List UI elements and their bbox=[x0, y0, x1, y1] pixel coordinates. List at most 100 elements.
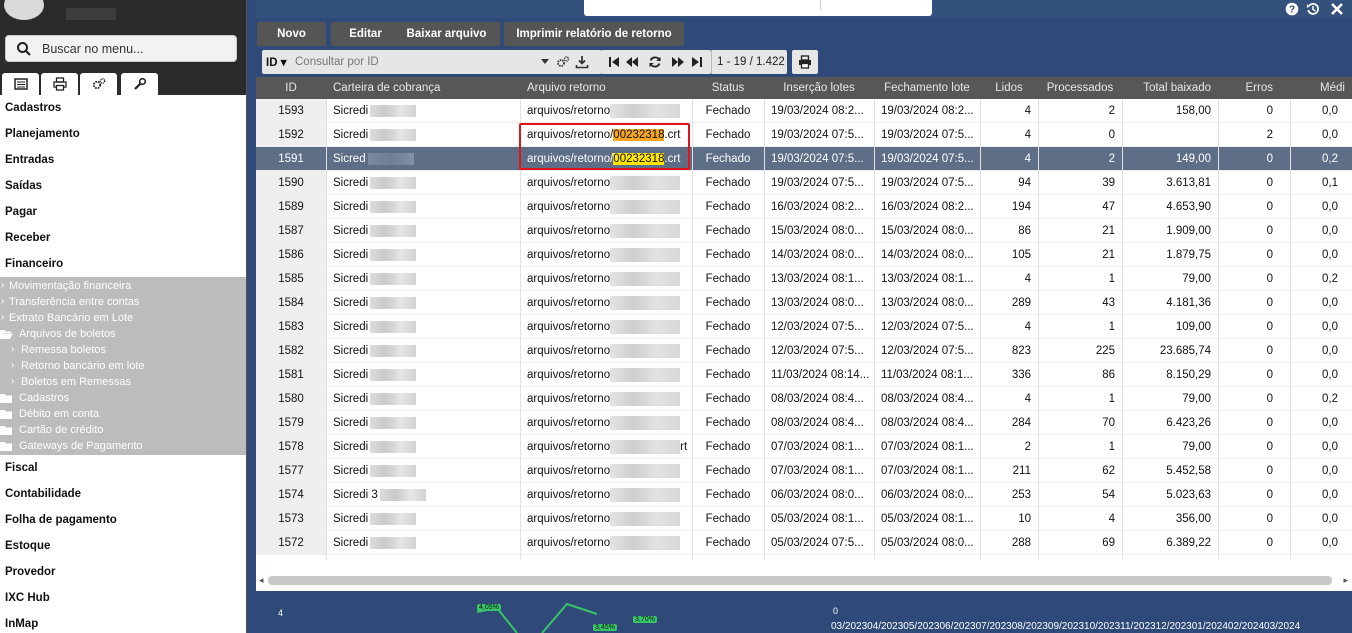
menu-item-ixc-hub[interactable]: IXC Hub bbox=[0, 585, 246, 611]
menu-item-financeiro[interactable]: Financeiro bbox=[0, 251, 246, 277]
table-row-selected[interactable]: 1591 Sicred arquivos/retorno/00232318.crt F… bbox=[256, 147, 1352, 171]
imprimir-relatorio-button[interactable]: Imprimir relatório de retorno bbox=[504, 22, 684, 46]
submenu-item[interactable]: › Retorno bancário em lote bbox=[0, 358, 246, 374]
filter-search-input[interactable]: Consultar por ID bbox=[295, 56, 379, 68]
tab-list[interactable] bbox=[2, 73, 39, 95]
filter-field-select[interactable]: ID ▾ bbox=[266, 55, 286, 69]
cell-erros: 0 bbox=[1266, 537, 1273, 549]
novo-button[interactable]: Novo bbox=[257, 22, 326, 46]
table-row[interactable]: 1590 Sicredi arquivos/retorno Fechado 19/03/… bbox=[256, 171, 1352, 195]
col-header-processados[interactable]: Processados bbox=[1038, 77, 1122, 99]
print-button[interactable] bbox=[792, 50, 818, 74]
scrollbar-thumb[interactable] bbox=[268, 576, 1332, 585]
next-page-icon[interactable] bbox=[671, 55, 685, 69]
menu-search[interactable] bbox=[5, 35, 237, 62]
top-input-box[interactable] bbox=[584, 0, 932, 16]
col-header-carteira[interactable]: Carteira de cobrança bbox=[326, 77, 520, 99]
table-row[interactable]: 1584 Sicredi arquivos/retorno Fechado 13/03/… bbox=[256, 291, 1352, 315]
wrench-icon bbox=[133, 77, 146, 90]
avatar[interactable] bbox=[4, 0, 44, 20]
cell-arquivo: arquivos/retorno/00232318.crt bbox=[527, 129, 681, 141]
last-page-icon[interactable] bbox=[690, 55, 704, 69]
first-page-icon[interactable] bbox=[607, 55, 621, 69]
menu-item-provedor[interactable]: Provedor bbox=[0, 559, 246, 585]
menu-item-estoque[interactable]: Estoque bbox=[0, 533, 246, 559]
cell-fechamento: 13/03/2024 08:1... bbox=[881, 273, 974, 285]
cell-status: Fechado bbox=[705, 129, 751, 141]
folder-open-icon bbox=[0, 330, 13, 339]
close-icon[interactable] bbox=[1330, 2, 1344, 16]
help-icon[interactable]: ? bbox=[1285, 2, 1299, 16]
list-icon bbox=[13, 78, 28, 90]
submenu-item[interactable]: › Boletos em Remessas bbox=[0, 374, 246, 390]
submenu-item[interactable]: Cartão de crédito bbox=[0, 422, 246, 438]
col-header-total-baixado[interactable]: Total baixado bbox=[1122, 77, 1218, 99]
previous-page-icon[interactable] bbox=[625, 55, 639, 69]
menu-item-contabilidade[interactable]: Contabilidade bbox=[0, 481, 246, 507]
submenu-item[interactable]: › Transferência entre contas bbox=[0, 294, 246, 310]
tab-print[interactable] bbox=[41, 73, 78, 95]
table-row[interactable]: 1593 Sicredi arquivos/retorno Fechado 19/03/… bbox=[256, 99, 1352, 123]
table-row[interactable]: 1579 Sicredi arquivos/retorno Fechado 08/03/… bbox=[256, 411, 1352, 435]
chevron-down-icon[interactable] bbox=[541, 59, 549, 65]
submenu-item[interactable]: Gateways de Pagamento bbox=[0, 438, 246, 454]
submenu-item[interactable]: › Movimentação financeira bbox=[0, 278, 246, 294]
baixar-arquivo-button[interactable]: Baixar arquivo bbox=[393, 22, 500, 46]
col-header-insercao[interactable]: Inserção lotes bbox=[764, 77, 874, 99]
col-header-arquivo[interactable]: Arquivo retorno bbox=[520, 77, 692, 99]
table-row[interactable]: 1578 Sicredi arquivos/retorno rt Fechado 07/0… bbox=[256, 435, 1352, 459]
col-header-status[interactable]: Status bbox=[692, 77, 764, 99]
history-icon[interactable] bbox=[1306, 2, 1320, 16]
table-row[interactable]: 1577 Sicredi arquivos/retorno Fechado 07/03/… bbox=[256, 459, 1352, 483]
menu-item-folha-de-pagamento[interactable]: Folha de pagamento bbox=[0, 507, 246, 533]
menu-item-pagar[interactable]: Pagar bbox=[0, 199, 246, 225]
table-row[interactable]: 1592 Sicredi arquivos/retorno/00232318.crt… bbox=[256, 123, 1352, 147]
cell-fechamento: 05/03/2024 08:0... bbox=[881, 537, 974, 549]
submenu-item[interactable]: Arquivos de boletos bbox=[0, 326, 246, 342]
col-header-lidos[interactable]: Lidos bbox=[980, 77, 1038, 99]
table-row[interactable]: 1587 Sicredi arquivos/retorno Fechado 15/03/… bbox=[256, 219, 1352, 243]
refresh-icon[interactable] bbox=[648, 55, 662, 69]
table-row[interactable]: 1583 Sicredi arquivos/retorno Fechado 12/03/… bbox=[256, 315, 1352, 339]
cell-processados: 54 bbox=[1102, 489, 1115, 501]
col-header-fechamento[interactable]: Fechamento lote bbox=[874, 77, 980, 99]
download-icon[interactable] bbox=[575, 55, 589, 69]
menu-item-entradas[interactable]: Entradas bbox=[0, 147, 246, 173]
table-row[interactable]: 1589 Sicredi arquivos/retorno Fechado 16/03/… bbox=[256, 195, 1352, 219]
tab-settings[interactable] bbox=[80, 73, 117, 95]
filter-field[interactable]: ID ▾ Consultar por ID bbox=[262, 50, 602, 74]
horizontal-scrollbar[interactable]: ◂ ▸ bbox=[256, 569, 1352, 591]
scroll-left-icon[interactable]: ◂ bbox=[259, 575, 264, 586]
menu-item-saidas[interactable]: Saídas bbox=[0, 173, 246, 199]
main-area: ? Novo Editar Baixar arquivo Imprimir re… bbox=[247, 0, 1352, 633]
col-header-media[interactable]: Médi bbox=[1280, 77, 1352, 99]
submenu-item[interactable]: › Remessa boletos bbox=[0, 342, 246, 358]
table-row[interactable]: 1581 Sicredi arquivos/retorno Fechado 11/03/… bbox=[256, 363, 1352, 387]
menu-item-cadastros[interactable]: Cadastros bbox=[0, 95, 246, 121]
menu-search-input[interactable] bbox=[42, 36, 232, 61]
submenu-item[interactable]: Cadastros bbox=[0, 390, 246, 406]
cell-total: 79,00 bbox=[1182, 273, 1211, 285]
table-row[interactable]: 1580 Sicredi arquivos/retorno Fechado 08/03/… bbox=[256, 387, 1352, 411]
cell-status: Fechado bbox=[705, 441, 751, 453]
table-row[interactable]: 1572 Sicredi arquivos/retorno Fechado 05/03/… bbox=[256, 531, 1352, 555]
menu-item-inmap[interactable]: InMap bbox=[0, 611, 246, 633]
col-header-id[interactable]: ID bbox=[256, 77, 326, 99]
table-row[interactable]: 1574 Sicredi 3 arquivos/retorno Fechado 06/0… bbox=[256, 483, 1352, 507]
submenu-item[interactable]: Débito em conta bbox=[0, 406, 246, 422]
table-row[interactable]: 1582 Sicredi arquivos/retorno Fechado 12/03/… bbox=[256, 339, 1352, 363]
editar-button[interactable]: Editar bbox=[331, 22, 400, 46]
cell-status: Fechado bbox=[705, 513, 751, 525]
table-row[interactable]: 1573 Sicredi arquivos/retorno Fechado 05/03/… bbox=[256, 507, 1352, 531]
filter-settings-icon[interactable] bbox=[556, 55, 570, 69]
submenu-item[interactable]: › Extrato Bancário em Lote bbox=[0, 310, 246, 326]
menu-item-fiscal[interactable]: Fiscal bbox=[0, 455, 246, 481]
scroll-right-icon[interactable]: ▸ bbox=[1343, 575, 1348, 586]
col-header-erros[interactable]: Erros bbox=[1218, 77, 1280, 99]
table-row[interactable]: 1585 Sicredi arquivos/retorno Fechado 13/03/… bbox=[256, 267, 1352, 291]
menu-item-receber[interactable]: Receber bbox=[0, 225, 246, 251]
cell-id: 1585 bbox=[256, 267, 326, 291]
menu-item-planejamento[interactable]: Planejamento bbox=[0, 121, 246, 147]
tab-tools[interactable] bbox=[121, 73, 158, 95]
table-row[interactable]: 1586 Sicredi arquivos/retorno Fechado 14/03/… bbox=[256, 243, 1352, 267]
